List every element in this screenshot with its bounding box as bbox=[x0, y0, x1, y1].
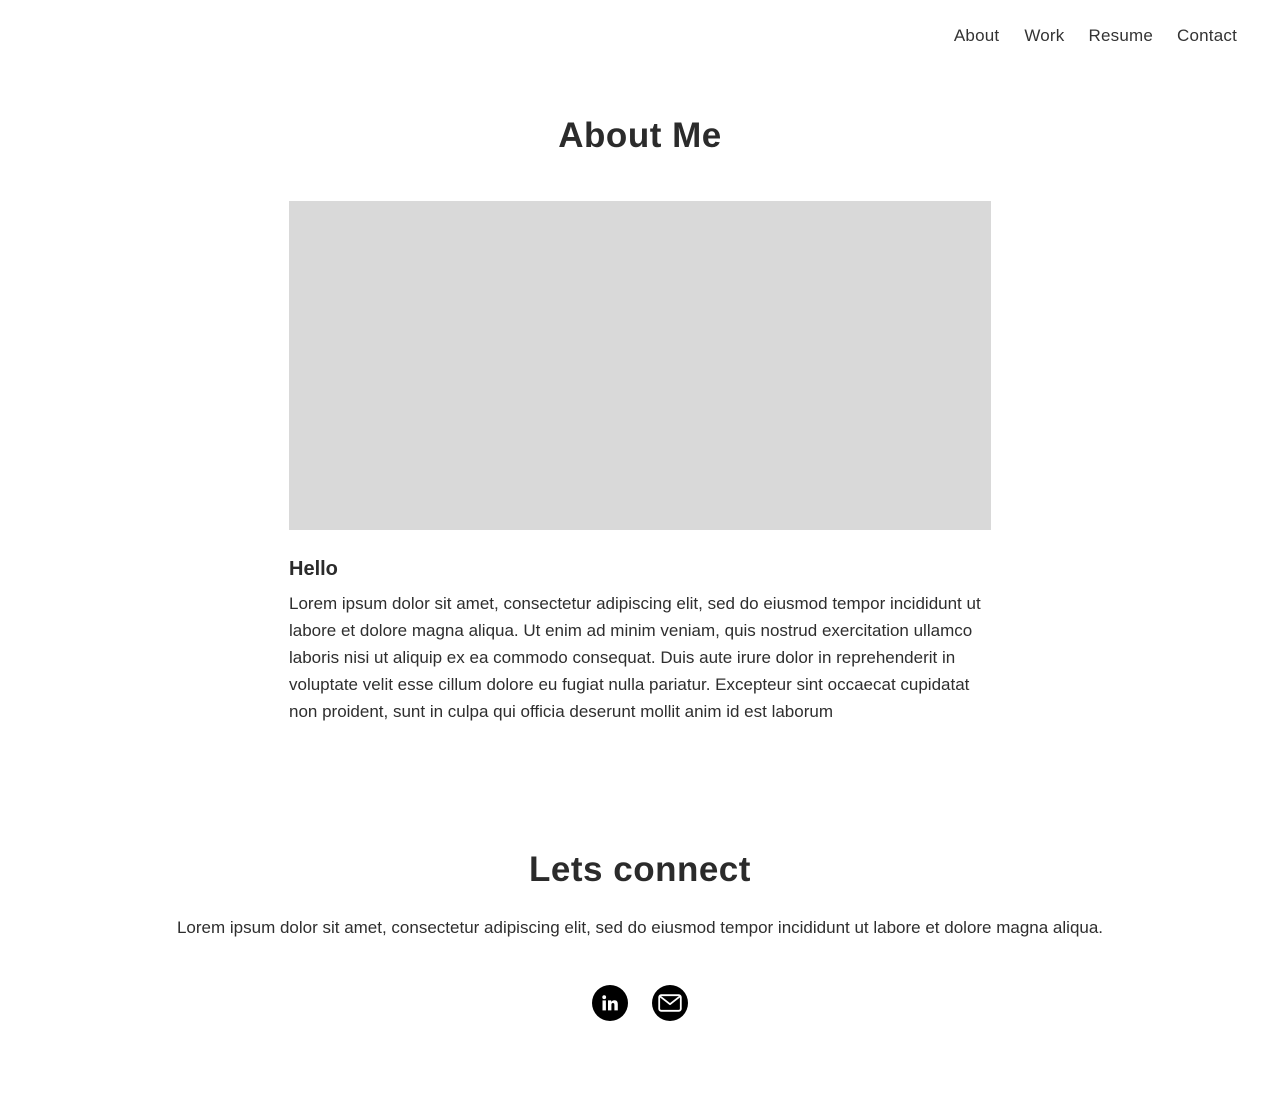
nav-resume-link[interactable]: Resume bbox=[1088, 25, 1153, 47]
connect-title: Lets connect bbox=[529, 850, 751, 889]
nav-work-link[interactable]: Work bbox=[1024, 25, 1064, 47]
linkedin-button[interactable] bbox=[592, 985, 628, 1021]
mail-icon bbox=[658, 994, 682, 1012]
about-heading: Hello bbox=[289, 558, 338, 580]
profile-image-placeholder bbox=[289, 201, 991, 530]
nav-contact-link[interactable]: Contact bbox=[1177, 25, 1237, 47]
social-links bbox=[592, 985, 688, 1021]
page-title: About Me bbox=[558, 116, 722, 155]
linkedin-icon bbox=[601, 994, 619, 1012]
top-nav: About Work Resume Contact bbox=[954, 25, 1237, 47]
about-body-text: Lorem ipsum dolor sit amet, consectetur … bbox=[289, 594, 981, 721]
email-button[interactable] bbox=[652, 985, 688, 1021]
connect-text: Lorem ipsum dolor sit amet, consectetur … bbox=[176, 918, 1104, 937]
nav-about-link[interactable]: About bbox=[954, 25, 999, 47]
